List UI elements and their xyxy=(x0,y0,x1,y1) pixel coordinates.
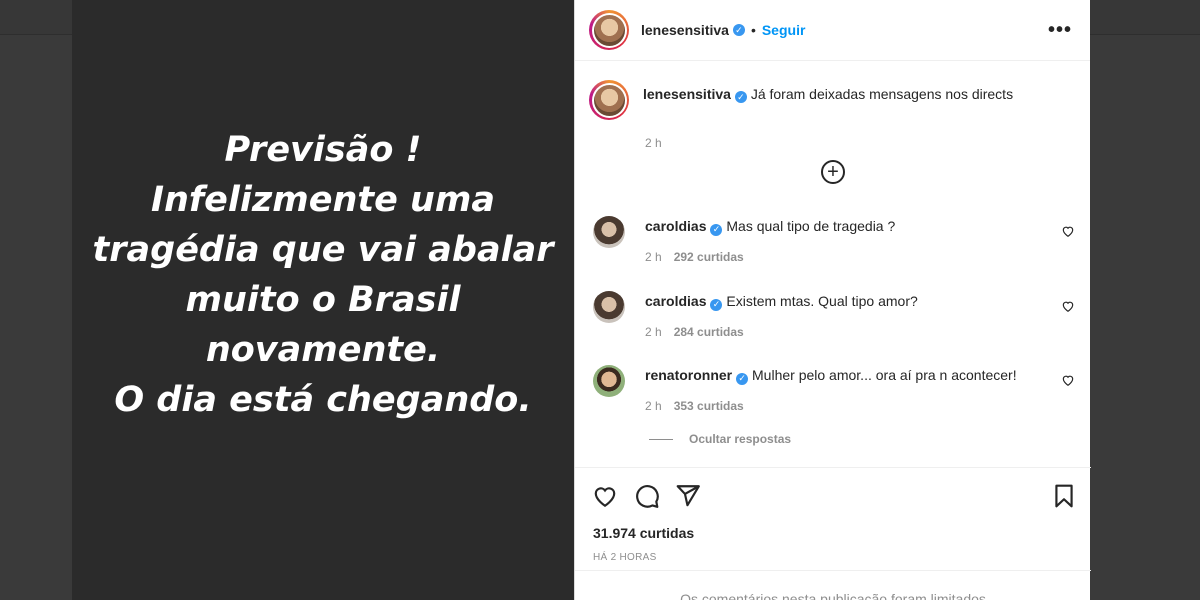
comment-time: 2 h xyxy=(645,250,662,264)
caption-avatar[interactable] xyxy=(589,80,629,120)
likes-count[interactable]: 31.974 curtidas xyxy=(593,525,694,541)
verified-icon: ✓ xyxy=(736,372,749,385)
like-comment-heart-icon[interactable] xyxy=(1061,373,1075,387)
verified-icon: ✓ xyxy=(710,223,723,236)
post-modal: Previsão ! Infelizmente uma tragédia que… xyxy=(72,0,1091,600)
comment-time: 2 h xyxy=(645,325,662,339)
more-options-icon[interactable]: ••• xyxy=(1048,19,1072,42)
media-line: Infelizmente uma xyxy=(150,180,496,220)
comments-list[interactable]: lenesensitiva ✓ Já foram deixadas mensage… xyxy=(575,62,1091,466)
comments-limited-notice: Os comentários nesta publicação foram li… xyxy=(575,570,1091,600)
hide-replies-label: Ocultar respostas xyxy=(689,432,792,446)
comment-username[interactable]: caroldias xyxy=(645,293,706,309)
post-caption: lenesensitiva ✓ Já foram deixadas mensage… xyxy=(589,80,1014,150)
media-line: muito o Brasil xyxy=(185,280,461,320)
comment-avatar[interactable] xyxy=(593,365,625,397)
comment-avatar[interactable] xyxy=(593,216,625,248)
bookmark-icon[interactable] xyxy=(1051,483,1077,509)
comment-likes[interactable]: 353 curtidas xyxy=(674,399,744,413)
post-header: lenesensitiva ✓ • Seguir ••• xyxy=(575,0,1090,61)
separator-dot: • xyxy=(750,22,756,38)
comment-icon[interactable] xyxy=(634,483,660,509)
heart-icon[interactable] xyxy=(592,483,618,509)
media-line: O dia está chegando. xyxy=(114,380,532,420)
like-comment-heart-icon[interactable] xyxy=(1061,224,1075,238)
media-line: novamente. xyxy=(205,330,441,370)
comment-likes[interactable]: 284 curtidas xyxy=(674,325,744,339)
media-line: Previsão ! xyxy=(224,130,422,170)
caption-text: Já foram deixadas mensagens nos directs xyxy=(750,86,1014,102)
like-comment-heart-icon[interactable] xyxy=(1061,299,1075,313)
divider-line xyxy=(649,438,673,440)
hide-replies-button[interactable]: Ocultar respostas xyxy=(649,432,791,446)
follow-button[interactable]: Seguir xyxy=(762,22,806,38)
share-icon[interactable] xyxy=(675,483,701,509)
post-media: Previsão ! Infelizmente uma tragédia que… xyxy=(72,0,574,600)
comment-avatar[interactable] xyxy=(593,291,625,323)
verified-icon: ✓ xyxy=(734,91,747,103)
comment-username[interactable]: caroldias xyxy=(645,218,706,234)
verified-icon: ✓ xyxy=(732,24,745,36)
caption-time: 2 h xyxy=(645,136,662,150)
author-avatar[interactable] xyxy=(589,10,629,50)
comment-text: Mulher pelo amor... ora aí pra n acontec… xyxy=(752,367,1017,383)
post-side-panel: lenesensitiva ✓ • Seguir ••• lenesensiti… xyxy=(574,0,1091,600)
comment-time: 2 h xyxy=(645,399,662,413)
post-actions: 31.974 curtidas HÁ 2 HORAS xyxy=(575,467,1091,577)
comment-likes[interactable]: 292 curtidas xyxy=(674,250,744,264)
caption-username[interactable]: lenesensitiva xyxy=(643,86,731,102)
verified-icon: ✓ xyxy=(710,298,723,311)
post-time-ago: HÁ 2 HORAS xyxy=(593,552,657,563)
author-username[interactable]: lenesensitiva xyxy=(641,22,729,38)
media-text: Previsão ! Infelizmente uma tragédia que… xyxy=(72,125,574,425)
comment-text: Mas qual tipo de tragedia ? xyxy=(726,218,896,234)
load-more-comments-icon[interactable]: + xyxy=(821,160,845,184)
comment-username[interactable]: renatoronner xyxy=(645,367,732,383)
comment-text: Existem mtas. Qual tipo amor? xyxy=(726,293,918,309)
media-line: tragédia que vai abalar xyxy=(92,230,554,270)
